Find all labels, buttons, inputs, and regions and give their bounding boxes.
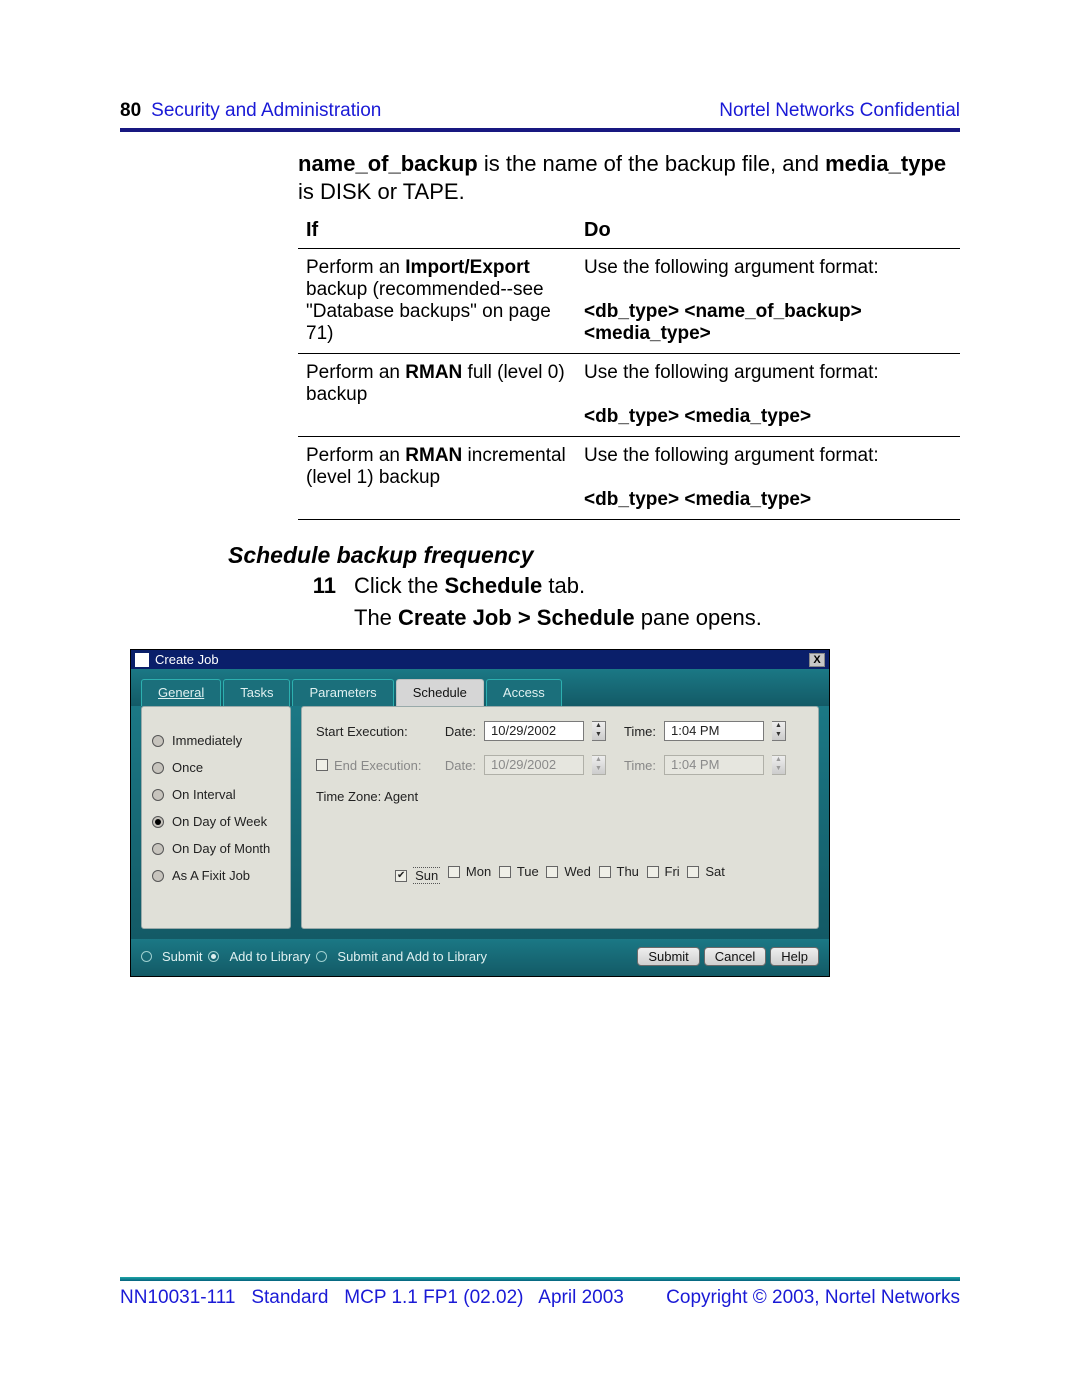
window-title: Create Job (155, 652, 219, 667)
freq-once[interactable]: Once (152, 760, 280, 775)
tab-schedule[interactable]: Schedule (396, 679, 484, 706)
end-time-field: 1:04 PM (664, 755, 764, 775)
frequency-panel: Immediately Once On Interval On Day of W… (141, 706, 291, 929)
opt-add-to-library[interactable] (208, 951, 219, 962)
end-exec-label: End Execution: (334, 758, 421, 773)
page-footer: NN10031-111 Standard MCP 1.1 FP1 (02.02)… (120, 1277, 960, 1309)
step-text: Click the Schedule tab. (354, 573, 585, 599)
freq-day-of-month[interactable]: On Day of Month (152, 841, 280, 856)
day-wed[interactable]: Wed (546, 864, 591, 879)
tab-general[interactable]: General (141, 679, 221, 706)
cancel-button[interactable]: Cancel (704, 947, 766, 966)
intro-paragraph: name_of_backup is the name of the backup… (298, 150, 960, 205)
tab-tasks[interactable]: Tasks (223, 679, 290, 706)
if-do-table: If Do Perform an Import/Export backup (r… (298, 213, 960, 520)
day-mon[interactable]: Mon (448, 864, 491, 879)
day-thu[interactable]: Thu (599, 864, 639, 879)
tab-parameters[interactable]: Parameters (292, 679, 393, 706)
date-label: Date: (434, 758, 476, 773)
day-tue[interactable]: Tue (499, 864, 539, 879)
create-job-window: Create Job X General Tasks Parameters Sc… (130, 649, 830, 977)
end-date-spinner: ▲▼ (592, 755, 606, 775)
step-number: 11 (298, 573, 354, 599)
copyright: Copyright © 2003, Nortel Networks (666, 1287, 960, 1309)
title-bar: Create Job X (131, 650, 829, 669)
col-do: Do (576, 213, 960, 249)
table-row: Perform an RMAN full (level 0) backup Us… (298, 354, 960, 437)
time-label: Time: (614, 724, 656, 739)
end-date-field: 10/29/2002 (484, 755, 584, 775)
tab-bar: General Tasks Parameters Schedule Access (131, 669, 829, 706)
opt-submit-and-add[interactable] (316, 951, 327, 962)
end-time-spinner: ▲▼ (772, 755, 786, 775)
table-row: Perform an Import/Export backup (recomme… (298, 249, 960, 354)
end-exec-checkbox[interactable] (316, 759, 328, 771)
dialog-bottom-bar: Submit Add to Library Submit and Add to … (131, 939, 829, 976)
time-label: Time: (614, 758, 656, 773)
tab-access[interactable]: Access (486, 679, 562, 706)
timezone-label: Time Zone: Agent (316, 789, 418, 804)
day-sat[interactable]: Sat (687, 864, 725, 879)
opt-submit[interactable] (141, 951, 152, 962)
close-button[interactable]: X (809, 653, 825, 667)
header-rule (120, 128, 960, 132)
confidential-label: Nortel Networks Confidential (719, 100, 960, 122)
day-fri[interactable]: Fri (647, 864, 680, 879)
start-exec-label: Start Execution: (316, 724, 426, 739)
start-date-field[interactable]: 10/29/2002 (484, 721, 584, 741)
help-button[interactable]: Help (770, 947, 819, 966)
start-date-spinner[interactable]: ▲▼ (592, 721, 606, 741)
freq-on-interval[interactable]: On Interval (152, 787, 280, 802)
submit-button[interactable]: Submit (637, 947, 699, 966)
running-header: 80 Security and Administration Nortel Net… (120, 100, 960, 122)
section-title: Security and Administration (151, 100, 381, 121)
start-time-field[interactable]: 1:04 PM (664, 721, 764, 741)
page-number: 80 (120, 100, 141, 121)
freq-day-of-week[interactable]: On Day of Week (152, 814, 280, 829)
day-sun[interactable]: Sun (395, 867, 440, 884)
col-if: If (298, 213, 576, 249)
start-time-spinner[interactable]: ▲▼ (772, 721, 786, 741)
table-row: Perform an RMAN incremental (level 1) ba… (298, 437, 960, 520)
date-label: Date: (434, 724, 476, 739)
freq-immediately[interactable]: Immediately (152, 733, 280, 748)
days-of-week: Sun Mon Tue Wed Thu Fri Sat (316, 864, 804, 884)
footer-rule (120, 1277, 960, 1281)
subheading: Schedule backup frequency (228, 542, 960, 569)
app-icon (135, 653, 149, 667)
schedule-panel: Start Execution: Date: 10/29/2002 ▲▼ Time… (301, 706, 819, 929)
freq-fixit[interactable]: As A Fixit Job (152, 868, 280, 883)
step-result: The Create Job > Schedule pane opens. (354, 605, 960, 631)
